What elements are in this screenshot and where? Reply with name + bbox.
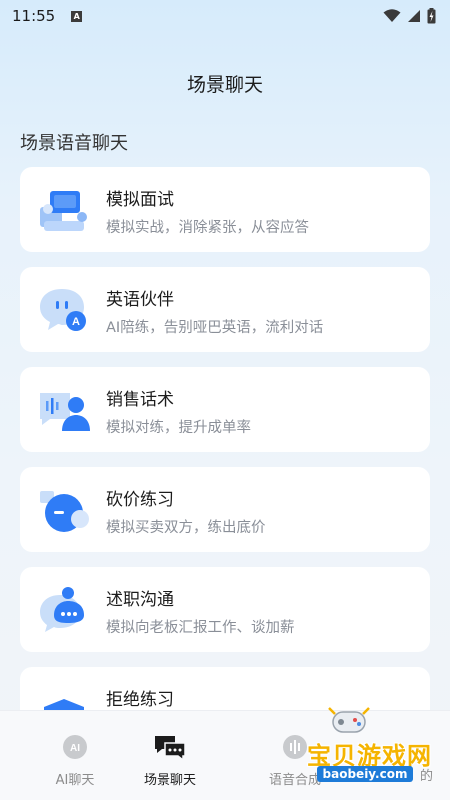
scene-chat-icon — [155, 736, 186, 761]
ai-chat-icon: AI — [63, 735, 87, 759]
section-title: 场景语音聊天 — [20, 133, 128, 154]
battery-icon — [427, 8, 436, 24]
nav-label: 场景聊天 — [143, 773, 196, 788]
card-title: 英语伙伴 — [106, 290, 174, 310]
card-subtitle: 模拟对练，提升成单率 — [106, 420, 251, 436]
card-subtitle: 模拟买卖双方，练出底价 — [106, 520, 266, 536]
english-partner-icon: A — [40, 289, 86, 331]
card-english-partner[interactable]: A 英语伙伴 AI陪练，告别哑巴英语，流利对话 — [20, 267, 430, 352]
sales-script-icon — [40, 393, 90, 431]
card-title: 销售话术 — [106, 390, 174, 410]
card-title: 拒绝练习 — [106, 690, 174, 710]
notification-a-icon: A — [71, 10, 83, 22]
wifi-icon — [383, 9, 401, 22]
card-title: 砍价练习 — [106, 490, 174, 510]
card-report-communication[interactable]: 述职沟通 模拟向老板汇报工作、谈加薪 — [20, 567, 430, 652]
card-mock-interview[interactable]: 模拟面试 模拟实战，消除紧张，从容应答 — [20, 167, 430, 252]
card-subtitle: 模拟向老板汇报工作、谈加薪 — [106, 620, 295, 636]
card-sales-script[interactable]: 销售话术 模拟对练，提升成单率 — [20, 367, 430, 452]
svg-text:AI: AI — [70, 743, 80, 754]
interview-icon — [40, 191, 87, 231]
nav-label: AI聊天 — [55, 773, 95, 788]
report-icon — [40, 587, 84, 632]
card-bargain-practice[interactable]: 砍价练习 模拟买卖双方，练出底价 — [20, 467, 430, 552]
signal-icon — [408, 10, 420, 22]
status-time: 11:55 — [12, 7, 56, 25]
watermark: 宝贝游戏网 baobeiy.com 的 — [265, 700, 450, 795]
card-subtitle: AI陪练，告别哑巴英语，流利对话 — [106, 320, 324, 336]
card-title: 述职沟通 — [106, 590, 174, 610]
card-subtitle: 模拟实战，消除紧张，从容应答 — [106, 220, 309, 236]
status-bar: 11:55 A — [0, 0, 450, 32]
bargain-icon — [40, 491, 89, 532]
page-title: 场景聊天 — [186, 74, 263, 96]
watermark-partial-text: 的 — [420, 769, 434, 784]
watermark-url: baobeiy.com — [317, 766, 413, 782]
svg-text:A: A — [72, 316, 80, 328]
gamepad-icon — [328, 707, 370, 733]
card-title: 模拟面试 — [106, 190, 174, 210]
status-icons — [383, 8, 436, 24]
